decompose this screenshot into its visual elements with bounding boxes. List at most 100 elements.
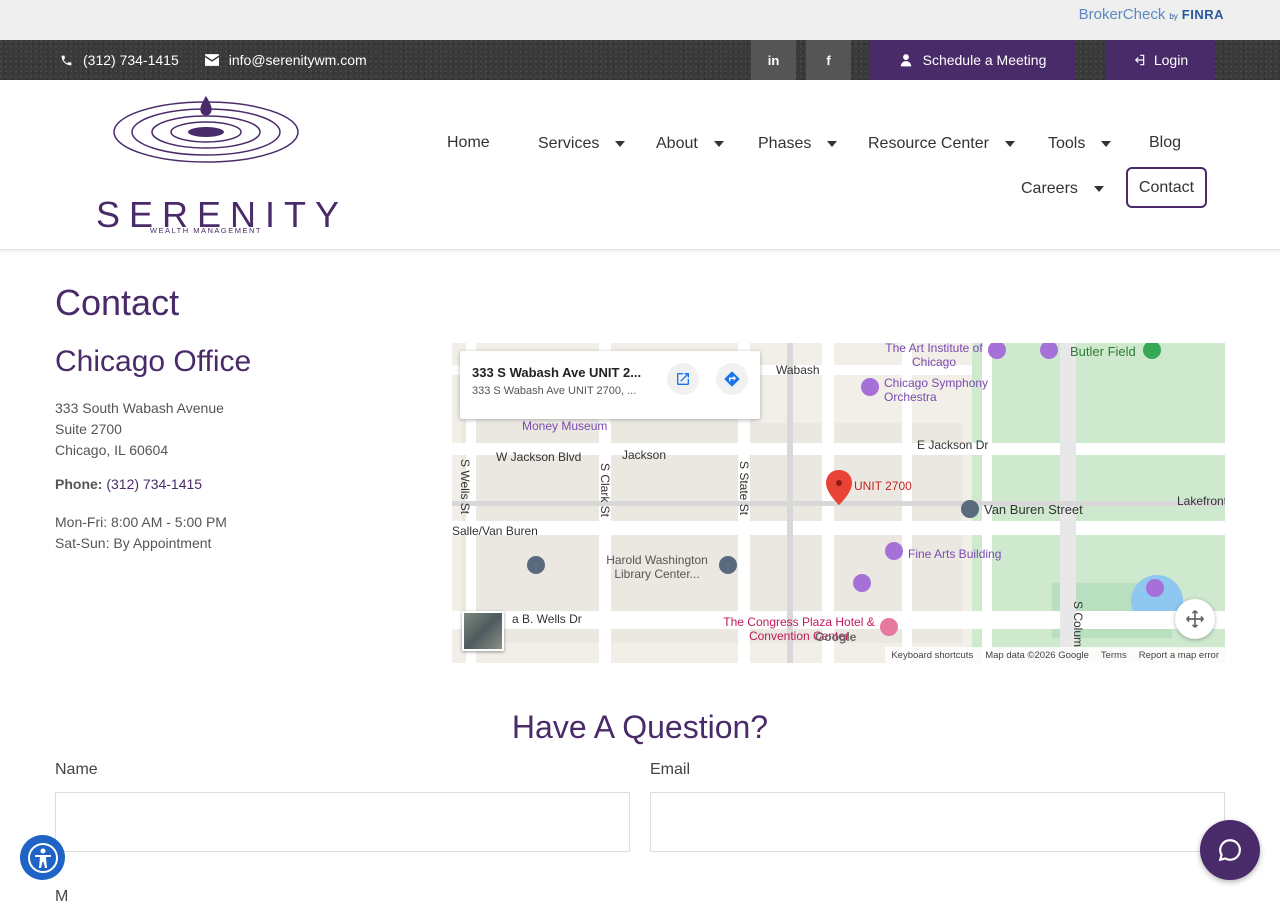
office-phone: Phone: (312) 734-1415 <box>55 476 202 492</box>
chat-bubble-icon <box>1218 839 1241 862</box>
phone-link[interactable]: (312) 734-1415 <box>60 52 179 68</box>
login-button[interactable]: Login <box>1105 40 1215 80</box>
nav-contact-button[interactable]: Contact <box>1126 167 1207 208</box>
map-label-library: Harold Washington Library Center... <box>606 553 708 581</box>
nav-phases-label: Phases <box>758 135 812 152</box>
keyboard-shortcuts-link[interactable]: Keyboard shortcuts <box>891 650 973 661</box>
map-label-s-state: S State St <box>737 461 751 516</box>
map-label-unit: UNIT 2700 <box>854 479 912 493</box>
phone-text: (312) 734-1415 <box>83 52 179 68</box>
email-label: Email <box>650 761 691 778</box>
map-label-e-jackson: E Jackson Dr <box>917 438 989 452</box>
nav-home[interactable]: Home <box>447 134 490 152</box>
nav-blog-label: Blog <box>1149 134 1182 151</box>
map-label-art-institute: The Art Institute of Chicago <box>885 343 983 369</box>
nav-tools[interactable]: Tools <box>1048 135 1112 153</box>
map-label-s-clark: S Clark St <box>598 463 612 518</box>
schedule-meeting-button[interactable]: Schedule a Meeting <box>870 40 1075 80</box>
google-map[interactable]: Wabash The Art Institute of Chicago Butl… <box>452 343 1225 663</box>
map-card-title: 333 S Wabash Ave UNIT 2... <box>472 365 642 380</box>
map-label-wabash: Wabash <box>776 363 820 377</box>
address-city: Chicago, IL 60604 <box>55 442 169 458</box>
utility-bar: (312) 734-1415 info@serenitywm.com in f … <box>0 40 1280 80</box>
map-label-congress-hotel: The Congress Plaza Hotel & Convention Ce… <box>723 615 875 643</box>
office-title: Chicago Office <box>55 345 252 378</box>
map-label-wells-dr: a B. Wells Dr <box>512 612 582 626</box>
site-header: SERENITY WEALTH MANAGEMENT Home Services… <box>0 80 1280 250</box>
user-icon <box>900 54 911 67</box>
nav-home-label: Home <box>447 134 490 151</box>
brokercheck-link[interactable]: BrokerCheck by FINRA <box>1079 6 1224 23</box>
office-phone-link[interactable]: (312) 734-1415 <box>106 476 202 492</box>
chevron-down-icon <box>615 141 626 147</box>
office-address: 333 South Wabash Avenue Suite 2700 Chica… <box>55 398 224 461</box>
chevron-down-icon <box>1101 141 1112 147</box>
open-in-maps-icon[interactable] <box>667 363 699 395</box>
chat-button[interactable] <box>1200 820 1260 880</box>
nav-contact-label: Contact <box>1138 178 1195 196</box>
nav-resource-center-label: Resource Center <box>868 135 989 152</box>
nav-careers[interactable]: Careers <box>1021 180 1104 198</box>
map-label-van-buren-street: Van Buren Street <box>984 502 1083 517</box>
finra-text: FINRA <box>1181 7 1224 22</box>
nav-services-label: Services <box>538 135 600 152</box>
map-label-fine-arts: Fine Arts Building <box>908 547 1002 561</box>
brokercheck-text: BrokerCheck <box>1078 6 1166 23</box>
accessibility-button[interactable] <box>20 835 65 880</box>
name-input[interactable] <box>55 792 630 852</box>
hours-weekend: Sat-Sun: By Appointment <box>55 535 212 551</box>
facebook-icon: f <box>826 52 831 68</box>
map-info-card: 333 S Wabash Ave UNIT 2... 333 S Wabash … <box>460 351 760 419</box>
phone-icon <box>61 55 72 65</box>
map-label-money-museum: Money Museum <box>522 419 608 433</box>
map-label-jackson: Jackson <box>622 448 667 462</box>
nav-phases[interactable]: Phases <box>758 135 838 153</box>
linkedin-button[interactable]: in <box>751 40 796 80</box>
brokercheck-by: by <box>1169 12 1178 21</box>
email-input[interactable] <box>650 792 1225 852</box>
nav-blog[interactable]: Blog <box>1149 134 1181 152</box>
address-suite: Suite 2700 <box>55 421 122 437</box>
map-label-symphony: Chicago Symphony Orchestra <box>884 376 989 404</box>
nav-careers-label: Careers <box>1021 180 1078 197</box>
phone-label: Phone: <box>55 476 103 492</box>
message-label: M <box>55 888 69 905</box>
email-link[interactable]: info@serenitywm.com <box>204 52 367 68</box>
envelope-icon <box>204 54 219 66</box>
satellite-toggle[interactable] <box>462 611 504 651</box>
nav-services[interactable]: Services <box>538 135 626 153</box>
sign-in-icon <box>1134 54 1145 66</box>
accessibility-icon <box>27 842 58 873</box>
linkedin-icon: in <box>767 52 780 68</box>
login-label: Login <box>1153 52 1189 68</box>
form-heading: Have A Question? <box>511 709 769 745</box>
nav-resource-center[interactable]: Resource Center <box>868 135 1015 153</box>
report-map-error-link[interactable]: Report a map error <box>1139 650 1219 661</box>
nav-tools-label: Tools <box>1048 135 1086 152</box>
terms-link[interactable]: Terms <box>1101 650 1127 661</box>
logo-tagline: WEALTH MANAGEMENT <box>149 226 263 235</box>
directions-icon[interactable] <box>716 363 748 395</box>
office-hours: Mon-Fri: 8:00 AM - 5:00 PM Sat-Sun: By A… <box>55 512 227 554</box>
map-footer: Keyboard shortcuts Map data ©2026 Google… <box>885 647 1225 663</box>
name-label: Name <box>55 761 98 778</box>
google-logo: Google <box>815 630 857 644</box>
nav-about[interactable]: About <box>656 135 724 153</box>
map-label-butler-field: Butler Field <box>1070 344 1136 359</box>
map-card-subtitle: 333 S Wabash Ave UNIT 2700, ... <box>472 385 637 397</box>
map-label-s-columbus: S Colum <box>1071 601 1085 648</box>
top-strip: BrokerCheck by FINRA <box>0 0 1280 40</box>
nav-about-label: About <box>656 135 698 152</box>
schedule-meeting-label: Schedule a Meeting <box>922 52 1047 68</box>
map-data-text: Map data ©2026 Google <box>985 649 1089 661</box>
chevron-down-icon <box>1093 186 1104 192</box>
fullscreen-icon[interactable] <box>1175 599 1215 639</box>
map-label-lakefront: Lakefront P <box>1177 494 1225 508</box>
map-label-salle-van-buren: Salle/Van Buren <box>452 524 538 538</box>
hours-weekday: Mon-Fri: 8:00 AM - 5:00 PM <box>55 514 227 530</box>
chevron-down-icon <box>1004 141 1015 147</box>
facebook-button[interactable]: f <box>806 40 851 80</box>
chevron-down-icon <box>827 141 838 147</box>
email-text: info@serenitywm.com <box>228 52 367 68</box>
page-title: Contact <box>55 282 180 323</box>
